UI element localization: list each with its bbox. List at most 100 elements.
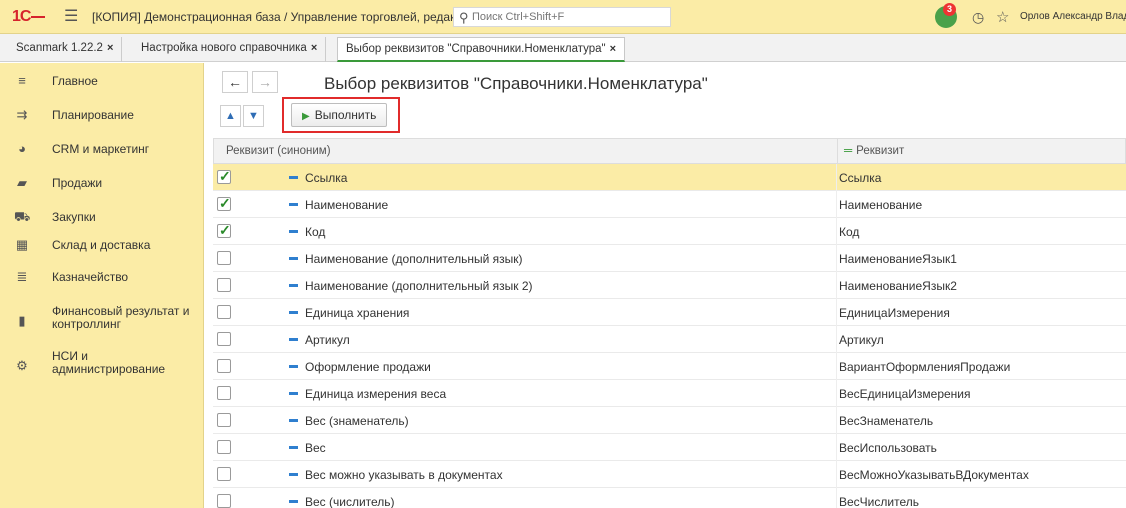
row-checkbox[interactable]	[217, 386, 231, 400]
row-checkbox[interactable]	[217, 359, 231, 373]
gear-icon: ⚙	[16, 358, 28, 373]
sidebar-item-label: Планирование	[52, 108, 134, 122]
title-bar: 1С ☰ [КОПИЯ] Демонстрационная база / Упр…	[0, 0, 1126, 34]
row-checkbox[interactable]	[217, 332, 231, 346]
cell-attribute: ВесМожноУказыватьВДокументах	[839, 468, 1029, 482]
tab-label: Выбор реквизитов "Справочники.Номенклату…	[346, 43, 606, 55]
sidebar-item-label: Закупки	[52, 210, 96, 224]
sidebar: ≡ Главное ⇉ Планирование ◕ CRM и маркети…	[0, 63, 204, 508]
tab-scanmark[interactable]: Scanmark 1.22.2 ×	[8, 37, 123, 62]
sidebar-item-crm[interactable]: ◕ CRM и маркетинг	[0, 141, 204, 167]
close-icon[interactable]: ×	[610, 43, 616, 55]
cell-attribute: Артикул	[839, 333, 884, 347]
cell-synonym: Код	[305, 225, 326, 239]
table-header: Реквизит (синоним) ═ Реквизит	[213, 138, 1126, 165]
row-checkbox[interactable]	[217, 305, 231, 319]
table-row[interactable]: Единица измерения веса ВесЕдиницаИзмерени…	[213, 380, 1126, 407]
cell-synonym: Наименование	[305, 198, 389, 212]
table-row[interactable]: Вес можно указывать в документах ВесМожно…	[213, 461, 1126, 488]
user-name[interactable]: Орлов Александр Владим	[1020, 11, 1126, 22]
table-row[interactable]: Вес ВесИспользовать	[213, 434, 1126, 461]
cell-attribute: Наименование	[839, 198, 923, 212]
sidebar-item-label-line2: контроллинг	[52, 317, 121, 331]
sidebar-item-label: Продажи	[52, 176, 103, 190]
sidebar-item-label: Главное	[52, 74, 98, 88]
table-row[interactable]: Артикул Артикул	[213, 326, 1126, 353]
main-area: ← → Выбор реквизитов "Справочники.Номенк…	[204, 63, 1126, 508]
execute-button[interactable]: ▶ Выполнить	[291, 103, 387, 127]
move-up-icon[interactable]: ▲	[220, 105, 241, 127]
back-arrow-icon[interactable]: ←	[222, 71, 248, 93]
table-row[interactable]: Код Код	[213, 218, 1126, 245]
row-checkbox[interactable]	[217, 494, 231, 508]
tab-label: Настройка нового справочника	[141, 42, 307, 54]
sidebar-item-financial-results[interactable]: ▮ Финансовый результат и контроллинг	[0, 305, 204, 339]
table-row[interactable]: Вес (знаменатель) ВесЗнаменатель	[213, 407, 1126, 434]
attribute-icon	[289, 338, 298, 341]
tab-select-attributes[interactable]: Выбор реквизитов "Справочники.Номенклату…	[337, 37, 626, 62]
bar-chart-icon: ▮	[18, 313, 26, 328]
table-row[interactable]: Ссылка Ссылка	[213, 164, 1126, 191]
close-icon[interactable]: ×	[311, 42, 317, 54]
attribute-icon	[289, 473, 298, 476]
pie-chart-icon: ◕	[18, 141, 26, 156]
table-row[interactable]: Единица хранения ЕдиницаИзмерения	[213, 299, 1126, 326]
planning-icon: ⇉	[16, 107, 28, 122]
attribute-icon	[289, 230, 298, 233]
search-input[interactable]	[472, 9, 662, 25]
tab-new-catalog-settings[interactable]: Настройка нового справочника ×	[133, 37, 327, 62]
attribute-icon	[289, 311, 298, 314]
move-down-icon[interactable]: ▼	[243, 105, 264, 127]
sidebar-item-label: Казначейство	[52, 270, 129, 284]
row-checkbox[interactable]	[217, 467, 231, 481]
row-checkbox[interactable]	[217, 440, 231, 454]
sidebar-item-treasury[interactable]: ≣ Казначейство	[0, 269, 204, 295]
sidebar-item-purchases[interactable]: ⛟ Закупки	[0, 209, 204, 235]
cart-icon: ⛟	[14, 209, 31, 224]
table-row[interactable]: Оформление продажи ВариантОформленияПрода…	[213, 353, 1126, 380]
sidebar-item-warehouse[interactable]: ▦ Склад и доставка	[0, 237, 204, 263]
row-checkbox[interactable]	[217, 278, 231, 292]
row-checkbox[interactable]	[217, 251, 231, 265]
sidebar-item-sales[interactable]: ▰ Продажи	[0, 175, 204, 201]
global-search[interactable]: ⚲	[453, 7, 671, 27]
sidebar-item-planning[interactable]: ⇉ Планирование	[0, 107, 204, 133]
app-logo[interactable]: 1С	[12, 8, 46, 26]
sidebar-item-administration[interactable]: ⚙ НСИ и администрирование	[0, 350, 204, 384]
sidebar-item-label: CRM и маркетинг	[52, 142, 150, 156]
forward-arrow-icon[interactable]: →	[252, 71, 278, 93]
favorites-star-icon[interactable]: ☆	[996, 8, 1009, 26]
sidebar-item-main[interactable]: ≡ Главное	[0, 73, 204, 99]
attribute-icon	[289, 203, 298, 206]
row-checkbox[interactable]	[217, 168, 231, 185]
attribute-icon	[289, 392, 298, 395]
column-header-synonym[interactable]: Реквизит (синоним)	[226, 145, 331, 157]
tab-label: Scanmark 1.22.2	[16, 42, 103, 54]
table-row[interactable]: Вес (числитель) ВесЧислитель	[213, 488, 1126, 508]
column-header-attribute-label: Реквизит	[856, 145, 905, 157]
table-row[interactable]: Наименование (дополнительный язык 2) Наим…	[213, 272, 1126, 299]
sort-icon: ═	[844, 145, 853, 157]
table-row[interactable]: Наименование Наименование	[213, 191, 1126, 218]
cell-attribute: НаименованиеЯзык2	[839, 279, 957, 293]
cell-synonym: Единица хранения	[305, 306, 410, 320]
table-row[interactable]: Наименование (дополнительный язык) Наимен…	[213, 245, 1126, 272]
cell-attribute: ВесЗнаменатель	[839, 414, 934, 428]
history-icon[interactable]: ◷	[972, 9, 984, 26]
row-checkbox[interactable]	[217, 413, 231, 427]
attribute-icon	[289, 446, 298, 449]
close-icon[interactable]: ×	[107, 42, 113, 54]
attribute-icon	[289, 419, 298, 422]
attribute-icon	[289, 257, 298, 260]
column-header-attribute[interactable]: ═ Реквизит	[844, 145, 904, 157]
cell-synonym: Ссылка	[305, 171, 348, 185]
cell-attribute: ВесЕдиницаИзмерения	[839, 387, 971, 401]
notification-badge: 3	[943, 3, 956, 16]
cell-synonym: Вес (знаменатель)	[305, 414, 409, 428]
bag-icon: ▰	[17, 175, 27, 190]
cell-attribute: ВесИспользовать	[839, 441, 937, 455]
hamburger-menu-icon[interactable]: ☰	[64, 9, 78, 25]
sidebar-item-label: Склад и доставка	[52, 238, 151, 252]
row-checkbox[interactable]	[217, 222, 231, 239]
row-checkbox[interactable]	[217, 195, 231, 212]
